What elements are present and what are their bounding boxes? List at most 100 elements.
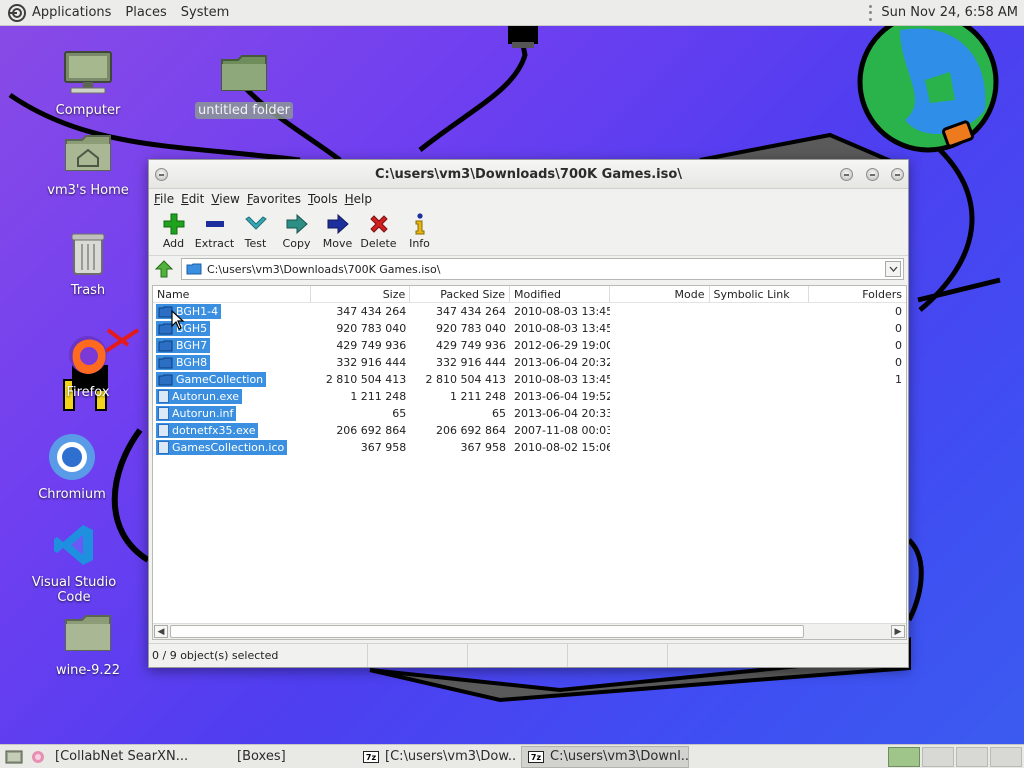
scroll-left-icon[interactable]: ◀ [154,625,168,638]
distro-logo-icon[interactable] [7,3,27,23]
table-row[interactable]: Autorun.exe 1 211 248 1 211 248 2013-06-04 … [153,388,906,405]
clock[interactable]: Sun Nov 24, 6:58 AM [881,5,1018,20]
info-button[interactable]: Info [399,209,440,253]
selected-name: dotnetfx35.exe [156,423,259,438]
cell-packed-size: 429 749 936 [436,339,507,352]
menubar: File Edit View Favorites Tools Help [149,189,908,209]
column-header-mode[interactable]: Mode [610,286,710,302]
menu-edit[interactable]: Edit [181,192,204,206]
menu-tools[interactable]: Tools [308,192,338,206]
close-button[interactable] [891,168,904,181]
column-header-folders[interactable]: Folders [809,286,906,302]
copy-button[interactable]: Copy [276,209,317,253]
desktop-icon-chromium[interactable]: Chromium [12,432,132,503]
selected-name: BGH8 [156,355,211,370]
scroll-right-icon[interactable]: ▶ [891,625,905,638]
window-menu-button[interactable] [155,168,168,181]
taskbar-item-7zip-1[interactable]: 7z [C:\users\vm3\Dow... [357,746,517,768]
desktop-icon-wine[interactable]: wine-9.22 [28,608,148,679]
status-selection: 0 / 9 object(s) selected [149,644,368,667]
cell-size: 367 958 [360,441,407,454]
cell-modified: 2010-08-02 15:06 [514,441,610,454]
system-menu[interactable]: System [181,5,229,20]
workspace-4[interactable] [990,746,1022,767]
vscode-icon [46,520,102,570]
table-row[interactable]: BGH1-4 347 434 264 347 434 264 2010-08-03 1… [153,303,906,320]
table-row[interactable]: Autorun.inf 65 65 2013-06-04 20:33 [153,405,906,422]
address-bar: C:\users\vm3\Downloads\700K Games.iso\ [149,256,908,282]
test-label: Test [244,237,267,250]
column-header-packed-size[interactable]: Packed Size [410,286,511,302]
desktop-icon-untitled-folder[interactable]: untitled folder [184,48,304,119]
arrow-right-icon [284,212,310,236]
taskbar: [CollabNet SearXN... [Boxes] 7z [C:\user… [0,744,1024,768]
desktop-icon-firefox[interactable]: Firefox [28,330,148,401]
column-header-symbolic-link[interactable]: Symbolic Link [710,286,810,302]
cell-modified: 2007-11-08 00:03 [514,424,610,437]
test-button[interactable]: Test [235,209,276,253]
maximize-button[interactable] [866,168,879,181]
x-icon [366,212,392,236]
file-icon [158,407,169,420]
workspace-1[interactable] [888,746,920,767]
taskbar-item-boxes[interactable]: [Boxes] [213,746,353,768]
table-row[interactable]: GamesCollection.ico 367 958 367 958 2010-08… [153,439,906,456]
taskbar-item-searxng[interactable]: [CollabNet SearXN... [49,746,209,768]
status-cell [568,644,668,667]
table-row[interactable]: BGH5 920 783 040 920 783 040 2010-08-03 13:… [153,320,906,337]
home-folder-icon [60,128,116,178]
desktop-icon-home[interactable]: vm3's Home [28,128,148,199]
taskbar-item-label: [CollabNet SearXN... [55,749,189,764]
address-field[interactable]: C:\users\vm3\Downloads\700K Games.iso\ [181,258,904,280]
column-header-size[interactable]: Size [311,286,411,302]
add-button[interactable]: Add [153,209,194,253]
up-folder-button[interactable] [153,258,175,280]
cell-packed-size: 65 [492,407,507,420]
firefox-icon [60,330,116,380]
cell-modified: 2012-06-29 19:00 [514,339,610,352]
menu-file[interactable]: File [154,192,174,206]
column-header-modified[interactable]: Modified [510,286,610,302]
workspace-2[interactable] [922,746,954,767]
cell-name: BGH8 [153,355,311,370]
places-menu[interactable]: Places [125,5,166,20]
file-list[interactable]: Name Size Packed Size Modified Mode Symb… [152,285,907,640]
row-name: Autorun.inf [172,407,234,420]
cell-folders: 0 [894,305,902,318]
info-icon [407,212,433,236]
cell-size: 1 211 248 [350,390,407,403]
cell-folders: 0 [894,339,902,352]
move-button[interactable]: Move [317,209,358,253]
table-row[interactable]: BGH8 332 916 444 332 916 444 2013-06-04 20:… [153,354,906,371]
show-desktop-icon[interactable] [3,747,25,767]
cell-modified: 2013-06-04 19:52 [514,390,610,403]
taskbar-item-7zip-2[interactable]: 7z C:\users\vm3\Downl... [521,745,689,768]
cell-modified: 2010-08-03 13:45 [514,322,610,335]
desktop-icon-computer[interactable]: Computer [28,48,148,119]
column-header-name[interactable]: Name [153,286,311,302]
horizontal-scrollbar[interactable]: ◀ ▶ [153,623,906,639]
row-name: Autorun.exe [172,390,240,403]
folder-icon [216,48,272,98]
minimize-button[interactable] [840,168,853,181]
workspace-3[interactable] [956,746,988,767]
table-row[interactable]: GameCollection 2 810 504 413 2 810 504 413… [153,371,906,388]
desktop-icon-vscode[interactable]: Visual Studio Code [14,520,134,606]
selected-name: BGH7 [156,338,211,353]
menu-favorites[interactable]: Favorites [247,192,301,206]
status-cell [468,644,568,667]
applications-menu[interactable]: Applications [32,5,111,20]
desktop-icon-trash[interactable]: Trash [28,228,148,299]
table-row[interactable]: dotnetfx35.exe 206 692 864 206 692 864 2007… [153,422,906,439]
table-row[interactable]: BGH7 429 749 936 429 749 936 2012-06-29 19:… [153,337,906,354]
chevron-down-icon[interactable] [885,261,901,277]
extract-button[interactable]: Extract [194,209,235,253]
cell-size: 65 [392,407,407,420]
scrollbar-thumb[interactable] [170,625,804,638]
cell-modified: 2013-06-04 20:32 [514,356,610,369]
menu-help[interactable]: Help [345,192,372,206]
menu-view[interactable]: View [211,192,239,206]
delete-button[interactable]: Delete [358,209,399,253]
row-name: BGH7 [176,339,208,352]
window-titlebar[interactable]: C:\users\vm3\Downloads\700K Games.iso\ [149,160,908,189]
